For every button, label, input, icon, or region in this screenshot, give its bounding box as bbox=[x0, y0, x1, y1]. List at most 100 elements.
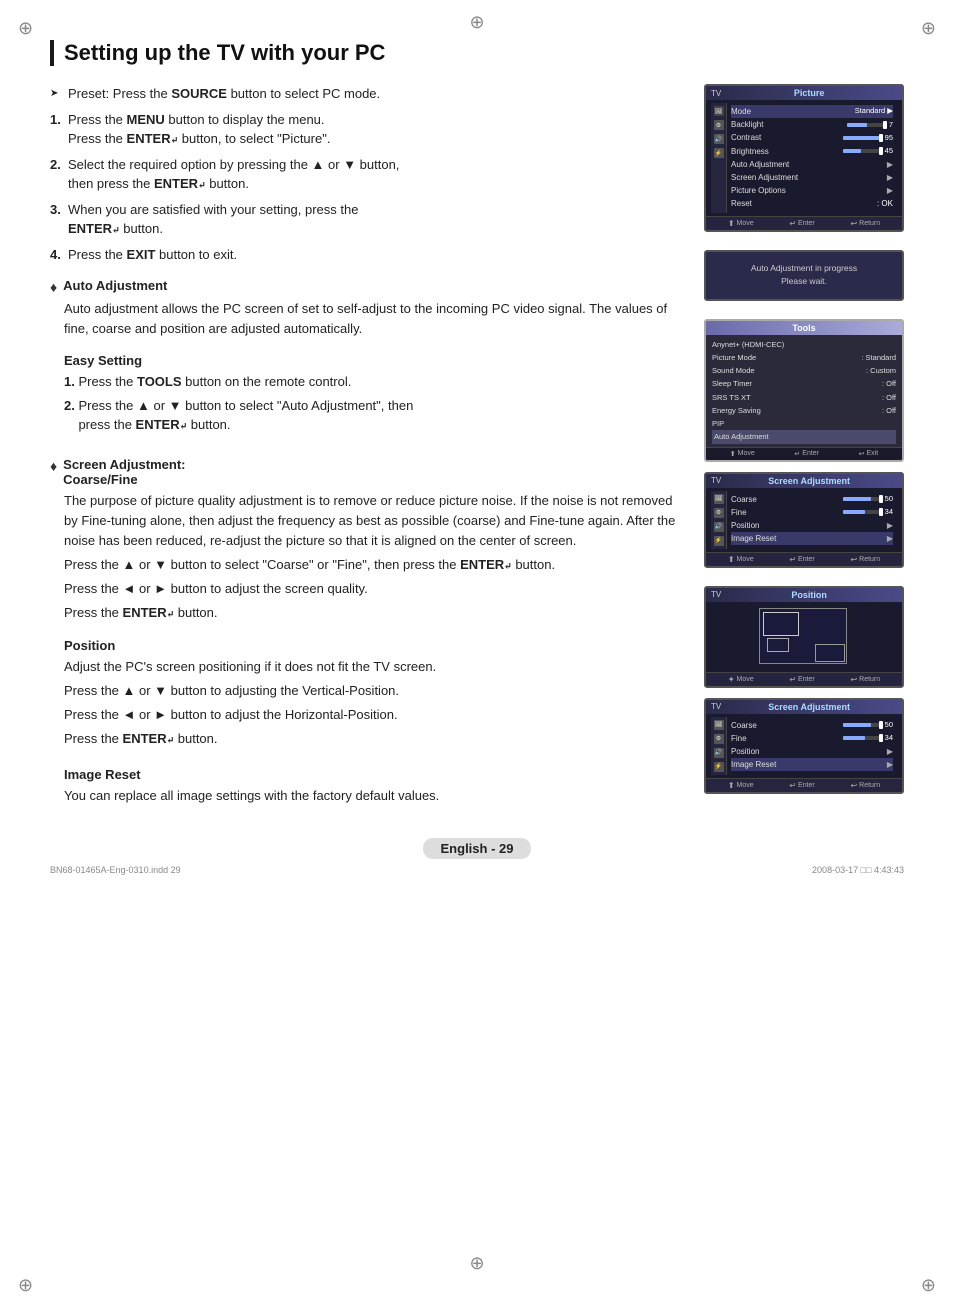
tools-footer: ⬆ Move ↵ Enter ↩ Exit bbox=[706, 447, 902, 460]
step-3: 3. When you are satisfied with your sett… bbox=[50, 200, 684, 239]
auto-adj-progress-panel: Auto Adjustment in progress Please wait. bbox=[704, 250, 904, 301]
step-list: 1. Press the MENU button to display the … bbox=[50, 110, 684, 265]
image-reset-section: Image Reset You can replace all image se… bbox=[64, 767, 684, 806]
screen-adj-title-1: Screen Adjustment bbox=[721, 476, 897, 486]
position-tv-panel: TV Position bbox=[704, 586, 904, 688]
pic-opts-arrow: ▶ bbox=[887, 185, 893, 196]
pic-icon-3: 🔊 bbox=[714, 134, 724, 144]
tools-pip-row: PIP bbox=[712, 417, 896, 430]
coarse-label-1: Coarse bbox=[731, 494, 757, 505]
reset-val: : OK bbox=[877, 198, 893, 209]
s1-footer-move: ⬆ Move bbox=[728, 555, 754, 564]
fine-thumb-2 bbox=[879, 734, 883, 742]
s1-footer-return: ↩ Return bbox=[850, 555, 880, 564]
position-arrow-1: ▶ bbox=[887, 520, 893, 531]
image-reset-body: You can replace all image settings with … bbox=[64, 786, 684, 806]
screen-adj-step-2: Press the ◄ or ► button to adjust the sc… bbox=[64, 579, 684, 599]
pos-enter-icon: ↵ bbox=[789, 675, 796, 684]
brightness-fill bbox=[843, 149, 861, 153]
picture-panel-title: Picture bbox=[721, 88, 897, 98]
fine-fill-1 bbox=[843, 510, 865, 514]
s2-enter-icon: ↵ bbox=[789, 781, 796, 790]
tools-energy-label: Energy Saving bbox=[712, 405, 761, 416]
position-tv-label: TV bbox=[711, 590, 721, 599]
tools-hdmi-label: Anynet+ (HDMI-CEC) bbox=[712, 339, 784, 350]
tools-exit-label: Exit bbox=[867, 450, 879, 457]
tools-body: Anynet+ (HDMI-CEC) Picture Mode : Standa… bbox=[706, 335, 902, 447]
tools-enter-icon: ↵ bbox=[794, 450, 800, 458]
s1-enter-label: Enter bbox=[798, 556, 815, 563]
s2-move-label: Move bbox=[737, 782, 754, 789]
page-title-wrap: Setting up the TV with your PC bbox=[50, 40, 904, 66]
image-reset-label-1: Image Reset bbox=[731, 533, 776, 544]
position-footer: ✦ Move ↵ Enter ↩ Return bbox=[706, 672, 902, 686]
screen-adj-title-2: Screen Adjustment bbox=[721, 702, 897, 712]
picture-tv-label: TV bbox=[711, 89, 721, 98]
coarse-fine-title: Coarse/Fine bbox=[63, 472, 137, 487]
auto-adjustment-section: ♦ Auto Adjustment Auto adjustment allows… bbox=[50, 278, 684, 339]
coarse-label-2: Coarse bbox=[731, 720, 757, 731]
tools-srs-label: SRS TS XT bbox=[712, 392, 751, 403]
tools-autoadj-row: Auto Adjustment bbox=[712, 430, 896, 443]
fine-bar-wrap-2: 34 bbox=[843, 733, 893, 744]
fine-bar-wrap-1: 34 bbox=[843, 507, 893, 518]
tools-energy-val: : Off bbox=[882, 405, 896, 416]
contrast-bar-wrap: 95 bbox=[843, 133, 893, 144]
backlight-bar-wrap: 7 bbox=[847, 120, 893, 131]
s1-enter-icon: ↵ bbox=[789, 555, 796, 564]
s2-icon-1: 🖼 bbox=[714, 720, 724, 730]
enter-label: Enter bbox=[798, 220, 815, 227]
footer-info: BN68-01465A-Eng-0310.indd 29 2008-03-17 … bbox=[50, 865, 904, 875]
tools-sleep-row: Sleep Timer : Off bbox=[712, 377, 896, 390]
language-badge: English - 29 bbox=[423, 838, 532, 859]
s2-icon-2: ⚙ bbox=[714, 734, 724, 744]
s1-move-label: Move bbox=[737, 556, 754, 563]
position-label-1: Position bbox=[731, 520, 759, 531]
position-step-2: Press the ◄ or ► button to adjust the Ho… bbox=[64, 705, 684, 725]
preset-note: Preset: Press the SOURCE button to selec… bbox=[50, 84, 684, 104]
tools-footer-enter: ↵ Enter bbox=[794, 450, 819, 458]
coarse-bar-wrap-1: 50 bbox=[843, 494, 893, 505]
screen-adj-content-2: Coarse 50 Fine bbox=[727, 717, 897, 775]
screen-adj-header-2: TV Screen Adjustment bbox=[706, 700, 902, 714]
auto-adjustment-body: Auto adjustment allows the PC screen of … bbox=[50, 299, 684, 339]
tools-sleep-label: Sleep Timer bbox=[712, 378, 752, 389]
mode-value: Standard ▶ bbox=[855, 106, 893, 117]
coarse-bar-1 bbox=[843, 497, 883, 501]
fine-thumb-1 bbox=[879, 508, 883, 516]
pic-icon-4: ⚡ bbox=[714, 148, 724, 158]
step-num-4: 4. bbox=[50, 245, 61, 265]
screen-adj-arrow: ▶ bbox=[887, 172, 893, 183]
coarse-fill-1 bbox=[843, 497, 871, 501]
contrast-label: Contrast bbox=[731, 132, 761, 143]
screen-adj-row: Screen Adjustment ▶ bbox=[731, 171, 893, 184]
tools-picmode-val: : Standard bbox=[861, 352, 896, 363]
footer-enter: ↵ Enter bbox=[789, 219, 814, 228]
pos-footer-return: ↩ Return bbox=[850, 675, 880, 684]
brightness-bar-wrap: 45 bbox=[843, 146, 893, 157]
picture-footer: ⬆ Move ↵ Enter ↩ Return bbox=[706, 216, 902, 230]
reset-label: Reset bbox=[731, 198, 752, 209]
screen-adj-sidebar-2: 🖼 ⚙ 🔊 ⚡ bbox=[711, 717, 727, 775]
auto-adj-row: Auto Adjustment ▶ bbox=[731, 158, 893, 171]
pos-inner-rect-1 bbox=[763, 612, 799, 636]
brightness-row: Brightness 45 bbox=[731, 145, 893, 158]
screen-adj-footer-1: ⬆ Move ↵ Enter ↩ Return bbox=[706, 552, 902, 566]
position-step-3: Press the ENTER↵ button. bbox=[64, 729, 684, 749]
image-reset-row-1: Image Reset ▶ bbox=[731, 532, 893, 545]
tools-srs-val: : Off bbox=[882, 392, 896, 403]
auto-adj-line1: Auto Adjustment in progress bbox=[716, 262, 892, 276]
tools-sndmode-label: Sound Mode bbox=[712, 365, 755, 376]
screen-adj-footer-2: ⬆ Move ↵ Enter ↩ Return bbox=[706, 778, 902, 792]
tools-footer-move: ⬆ Move bbox=[730, 450, 755, 458]
contrast-thumb bbox=[879, 134, 883, 142]
move-label: Move bbox=[737, 220, 754, 227]
auto-adjustment-header: ♦ Auto Adjustment bbox=[50, 278, 684, 295]
screen-adj-sidebar-1: 🖼 ⚙ 🔊 ⚡ bbox=[711, 491, 727, 549]
fine-label-1: Fine bbox=[731, 507, 747, 518]
s1-footer-enter: ↵ Enter bbox=[789, 555, 814, 564]
position-row-2: Position ▶ bbox=[731, 745, 893, 758]
fine-bar-1 bbox=[843, 510, 883, 514]
screen-adjustment-body: The purpose of picture quality adjustmen… bbox=[50, 491, 684, 624]
fine-fill-2 bbox=[843, 736, 865, 740]
